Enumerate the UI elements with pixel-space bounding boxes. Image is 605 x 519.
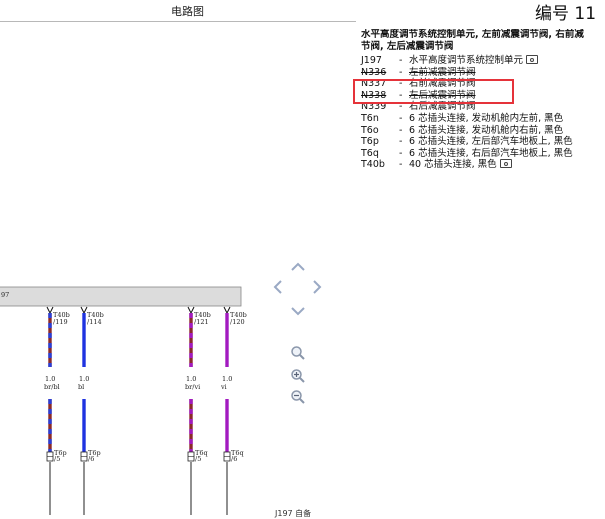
- legend-code: T6q: [361, 147, 379, 159]
- connector-pin-number: /5: [195, 455, 201, 463]
- camera-icon[interactable]: [499, 159, 512, 169]
- legend-code: T6n: [361, 112, 379, 124]
- legend-desc-text: 6 芯插头连接, 发动机舱内左前, 黑色: [409, 112, 564, 124]
- header-rule: [0, 21, 356, 22]
- legend-desc: 40 芯插头连接, 黑色: [409, 159, 605, 171]
- legend-heading-line2: 节阀, 左后减震调节阀: [361, 40, 454, 52]
- legend-desc: 6 芯插头连接, 发动机舱内右前, 黑色: [409, 125, 605, 137]
- wire-color-code: vi: [220, 383, 227, 391]
- zoom-out-icon[interactable]: [290, 389, 306, 405]
- viewer-controls: [270, 258, 330, 413]
- pan-down-icon[interactable]: [289, 306, 307, 318]
- pan-left-icon[interactable]: [271, 278, 283, 296]
- pan-up-icon[interactable]: [289, 260, 307, 272]
- cropped-bottom-label: J197 自备: [275, 509, 312, 518]
- wire-color-code: bl: [78, 383, 84, 391]
- wire-gauge: 1.0: [79, 375, 89, 383]
- legend-item: T40b -40 芯插头连接, 黑色: [361, 159, 605, 171]
- legend-desc-text: 6 芯插头连接, 右后部汽车地板上, 黑色: [409, 147, 573, 159]
- legend-desc-text: 40 芯插头连接, 黑色: [409, 159, 497, 171]
- legend-heading: 水平高度调节系统控制单元, 左前减震调节阀, 右前减 节阀, 左后减震调节阀: [361, 29, 605, 52]
- wires-group: T40b/1191.0br/blT6p/5T40b/1141.0blT6p/6T…: [44, 306, 247, 515]
- legend-dash: -: [399, 159, 403, 171]
- legend-dash: -: [399, 112, 403, 124]
- legend-list: J197- 水平高度调节系统控制单元 N336- 左前减震调节阀 N337- 右前减震调节…: [361, 55, 605, 171]
- diagram-number: 编号 11: [535, 4, 597, 24]
- legend-code: T6o: [361, 124, 379, 136]
- legend-item: N336- 左前减震调节阀: [361, 67, 605, 79]
- legend-code: J197: [361, 55, 382, 66]
- camera-icon[interactable]: [526, 55, 539, 64]
- legend-desc-text: 左前减震调节阀: [409, 66, 476, 78]
- page-title: 电路图: [171, 5, 204, 18]
- legend-dash: -: [399, 136, 403, 148]
- legend-code: N336: [361, 66, 387, 78]
- wire-color-code: br/bl: [44, 383, 60, 391]
- wiring-schematic[interactable]: 97 T40b/1191.0br/blT6p/5T40b/1141.0blT6p…: [0, 280, 280, 515]
- wire-gauge: 1.0: [186, 375, 196, 383]
- legend-item: T6o -6 芯插头连接, 发动机舱内右前, 黑色: [361, 125, 605, 137]
- legend-code: T6p: [361, 136, 379, 148]
- wire-color-code: br/vi: [185, 383, 200, 391]
- wire-pin-number: /121: [194, 318, 209, 326]
- connector-pin-number: /6: [231, 455, 237, 463]
- legend-desc-text: 6 芯插头连接, 左后部汽车地板上, 黑色: [409, 136, 573, 148]
- legend-desc-text: 6 芯插头连接, 发动机舱内右前, 黑色: [409, 124, 564, 136]
- legend-item: T6p -6 芯插头连接, 左后部汽车地板上, 黑色: [361, 136, 605, 148]
- legend-dash: -: [399, 124, 403, 136]
- highlight-box: [353, 79, 514, 104]
- legend-dash: -: [399, 66, 403, 78]
- wire-pin-number: /114: [87, 318, 102, 326]
- wire-gauge: 1.0: [222, 375, 232, 383]
- legend-heading-line1: 水平高度调节系统控制单元, 左前减震调节阀, 右前减: [361, 29, 584, 40]
- control-unit-bar: [0, 286, 242, 307]
- legend-item: J197 - 水平高度调节系统控制单元: [361, 55, 605, 67]
- connector-pin-number: /6: [88, 455, 94, 463]
- legend-dash: -: [399, 147, 403, 159]
- wire-pin-number: /120: [230, 318, 245, 326]
- connector-pin-number: /5: [54, 455, 60, 463]
- legend-item: T6n -6 芯插头连接, 发动机舱内左前, 黑色: [361, 113, 605, 125]
- legend-desc-text: 水平高度调节系统控制单元: [409, 55, 524, 66]
- legend-desc: 水平高度调节系统控制单元: [409, 55, 605, 67]
- zoom-in-icon[interactable]: [290, 368, 306, 384]
- pan-right-icon[interactable]: [312, 278, 324, 296]
- control-unit-label: 97: [1, 291, 9, 299]
- legend-item: T6q -6 芯插头连接, 右后部汽车地板上, 黑色: [361, 148, 605, 160]
- wire-pin-number: /119: [53, 318, 68, 326]
- wire-gauge: 1.0: [45, 375, 55, 383]
- legend-desc: 左前减震调节阀: [409, 67, 605, 79]
- legend-desc: 6 芯插头连接, 左后部汽车地板上, 黑色: [409, 136, 605, 148]
- legend-desc: 6 芯插头连接, 发动机舱内左前, 黑色: [409, 113, 605, 125]
- legend-code: T40b: [361, 159, 385, 171]
- magnifier-icon[interactable]: [290, 345, 306, 361]
- legend-dash: -: [399, 55, 403, 66]
- legend-desc: 6 芯插头连接, 右后部汽车地板上, 黑色: [409, 148, 605, 160]
